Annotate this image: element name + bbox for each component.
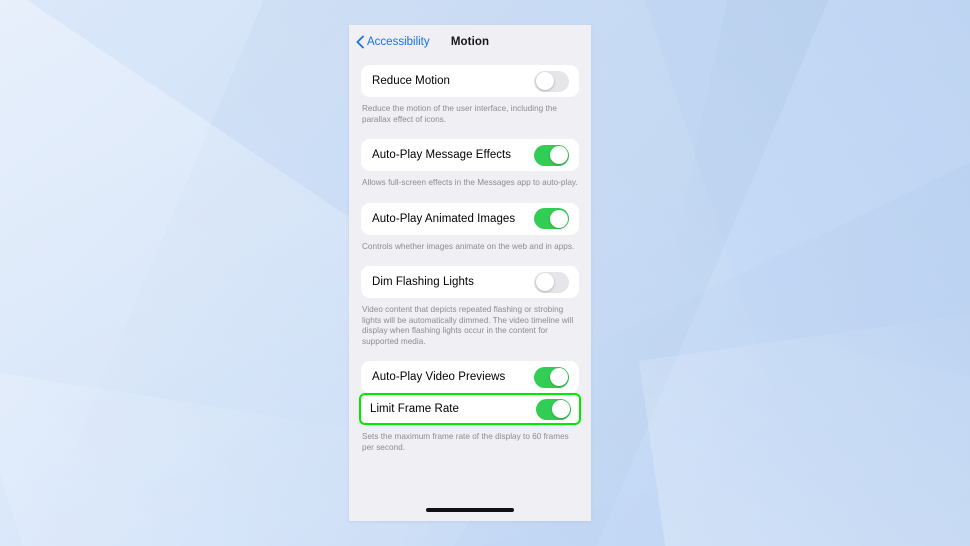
setting-footnote-dim-flashing-lights: Video content that depicts repeated flas… — [362, 305, 574, 346]
navigation-bar: Accessibility Motion — [349, 25, 591, 58]
settings-list: Reduce Motion Reduce the motion of the u… — [349, 65, 591, 453]
wallpaper-facet — [660, 0, 970, 400]
setting-label-auto-play-video-previews: Auto-Play Video Previews — [372, 371, 506, 383]
setting-group-dim-flashing-lights: Dim Flashing Lights Video content that d… — [349, 266, 591, 347]
toggle-dim-flashing-lights[interactable] — [534, 271, 569, 293]
toggle-auto-play-video-previews[interactable] — [534, 366, 569, 388]
setting-row-auto-play-video-previews[interactable]: Auto-Play Video Previews — [361, 361, 579, 393]
home-indicator — [426, 508, 514, 512]
setting-row-dim-flashing-lights[interactable]: Dim Flashing Lights — [361, 266, 579, 298]
toggle-knob — [535, 72, 554, 90]
setting-row-auto-play-message-effects[interactable]: Auto-Play Message Effects — [361, 139, 579, 171]
setting-label-auto-play-message-effects: Auto-Play Message Effects — [372, 149, 512, 161]
toggle-limit-frame-rate[interactable] — [536, 398, 571, 420]
toggle-auto-play-animated-images[interactable] — [534, 208, 569, 229]
setting-label-limit-frame-rate: Limit Frame Rate — [370, 403, 459, 415]
back-button-accessibility[interactable]: Accessibility — [355, 35, 430, 49]
setting-group-auto-play-animated-images: Auto-Play Animated Images Controls wheth… — [349, 202, 591, 253]
setting-footnote-limit-frame-rate: Sets the maximum frame rate of the displ… — [362, 432, 569, 452]
setting-label-dim-flashing-lights: Dim Flashing Lights — [372, 276, 474, 288]
setting-label-auto-play-animated-images: Auto-Play Animated Images — [372, 212, 516, 225]
setting-footnote-reduce-motion: Reduce the motion of the user interface,… — [362, 104, 557, 124]
toggle-knob — [549, 209, 568, 228]
back-button-label: Accessibility — [367, 35, 430, 48]
setting-footnote-auto-play-message-effects: Allows full-screen effects in the Messag… — [362, 178, 578, 187]
setting-row-limit-frame-rate[interactable]: Limit Frame Rate — [359, 393, 581, 425]
setting-group-auto-play-message-effects: Auto-Play Message Effects Allows full-sc… — [349, 139, 591, 189]
toggle-reduce-motion[interactable] — [534, 70, 569, 92]
toggle-knob — [551, 400, 570, 418]
phone-screen: Accessibility Motion Reduce Motion Reduc… — [349, 25, 591, 521]
toggle-auto-play-message-effects[interactable] — [534, 144, 569, 166]
chevron-left-icon — [355, 35, 365, 49]
wallpaper-facet — [639, 302, 970, 546]
setting-footnote-auto-play-animated-images: Controls whether images animate on the w… — [362, 241, 575, 251]
toggle-knob — [535, 273, 554, 291]
toggle-knob — [549, 146, 568, 164]
setting-group-reduce-motion: Reduce Motion Reduce the motion of the u… — [349, 65, 591, 125]
setting-row-auto-play-animated-images[interactable]: Auto-Play Animated Images — [361, 202, 579, 235]
setting-group-auto-play-video-previews: Auto-Play Video Previews — [349, 361, 591, 393]
toggle-knob — [549, 368, 568, 386]
setting-row-reduce-motion[interactable]: Reduce Motion — [361, 65, 579, 97]
setting-label-reduce-motion: Reduce Motion — [372, 75, 450, 87]
setting-group-limit-frame-rate: Limit Frame Rate Sets the maximum frame … — [349, 393, 591, 453]
